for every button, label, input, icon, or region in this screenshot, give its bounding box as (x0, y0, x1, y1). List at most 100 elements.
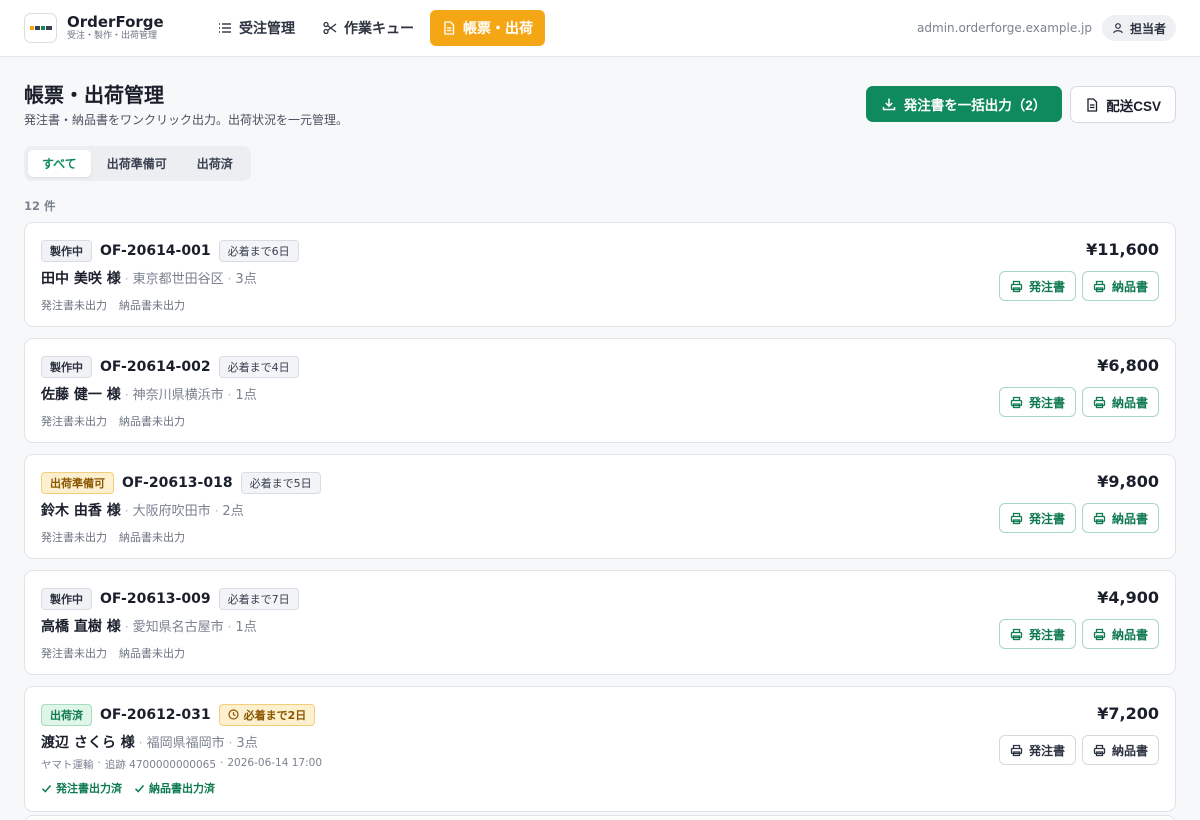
separator-dot: · (220, 757, 224, 769)
po-status: 発注書未出力 (41, 647, 107, 660)
order-card[interactable]: 製作中 OF-20614-001 必着まで6日 田中 美咲 様 · 東京都世田谷… (24, 222, 1176, 327)
order-card-partial[interactable] (24, 815, 1176, 820)
page-subtitle: 発注書・納品書をワンクリック出力。出荷状況を一元管理。 (24, 113, 349, 127)
shipping-csv-label: 配送CSV (1106, 98, 1161, 114)
customer-name: 鈴木 由香 様 (41, 503, 121, 519)
due-label: 必着まで2日 (243, 708, 307, 722)
bulk-export-button[interactable]: 発注書を一括出力（2） (865, 86, 1063, 122)
order-id: OF-20612-031 (100, 706, 211, 723)
order-id: OF-20614-001 (100, 242, 211, 259)
due-badge: 必着まで5日 (240, 471, 321, 494)
dn-status: 納品書未出力 (119, 647, 185, 660)
print-po-button[interactable]: 発注書 (998, 387, 1076, 417)
status-badge: 製作中 (41, 587, 92, 610)
dn-status: 納品書未出力 (119, 415, 185, 428)
due-badge: 必着まで4日 (218, 355, 299, 378)
print-dn-label: 納品書 (1111, 511, 1148, 526)
printer-icon (1093, 628, 1106, 640)
print-po-label: 発注書 (1028, 279, 1065, 294)
order-id: OF-20613-009 (100, 590, 211, 607)
separator-dot: · (138, 736, 143, 750)
item-quantity: 3点 (235, 272, 257, 287)
order-id: OF-20614-002 (100, 358, 211, 375)
order-amount: ¥7,200 (1097, 704, 1159, 723)
status-badge: 製作中 (41, 239, 92, 262)
bulk-export-label: 発注書を一括出力（2） (903, 98, 1047, 113)
host-label: admin.orderforge.example.jp (917, 21, 1092, 35)
customer-name: 佐藤 健一 様 (41, 387, 121, 403)
customer-area: 愛知県名古屋市 (132, 620, 224, 635)
list-icon (219, 23, 231, 33)
po-status: 発注書未出力 (41, 531, 107, 544)
nav-item-orders[interactable]: 受注管理 (206, 10, 307, 46)
brand[interactable]: OrderForge 受注・製作・出荷管理 (24, 13, 194, 43)
print-po-label: 発注書 (1028, 627, 1065, 642)
print-po-button[interactable]: 発注書 (998, 619, 1076, 649)
nav-item-label: 帳票・出荷 (463, 21, 533, 37)
order-card[interactable]: 出荷準備可 OF-20613-018 必着まで5日 鈴木 由香 様 · 大阪府吹… (24, 454, 1176, 559)
nav-item-work-queue[interactable]: 作業キュー (311, 10, 426, 46)
item-quantity: 3点 (236, 736, 258, 751)
order-amount: ¥6,800 (1097, 356, 1159, 375)
print-po-button[interactable]: 発注書 (998, 271, 1076, 301)
printer-icon (1093, 280, 1106, 292)
print-dn-button[interactable]: 納品書 (1081, 619, 1159, 649)
customer-area: 神奈川県横浜市 (132, 388, 224, 403)
brand-logo (24, 13, 57, 43)
check-icon (134, 784, 145, 793)
customer-area: 東京都世田谷区 (132, 272, 224, 287)
brand-name: OrderForge (67, 13, 164, 31)
due-badge: 必着まで2日 (218, 703, 316, 726)
order-card[interactable]: 出荷済 OF-20612-031 必着まで2日 渡辺 さくら 様 · 福岡県福岡… (24, 686, 1176, 812)
print-po-button[interactable]: 発注書 (998, 503, 1076, 533)
due-badge: 必着まで6日 (218, 239, 299, 262)
separator-dot: · (228, 736, 233, 750)
tab-shipped[interactable]: 出荷済 (183, 150, 247, 177)
separator-dot: · (227, 388, 232, 402)
print-dn-label: 納品書 (1111, 279, 1148, 294)
printer-icon (1093, 744, 1106, 756)
shipping-csv-button[interactable]: 配送CSV (1070, 86, 1176, 123)
order-amount: ¥11,600 (1086, 240, 1159, 259)
print-dn-button[interactable]: 納品書 (1081, 271, 1159, 301)
customer-area: 大阪府吹田市 (132, 504, 211, 519)
document-icon (444, 21, 455, 35)
tab-all[interactable]: すべて (28, 150, 91, 177)
print-dn-label: 納品書 (1111, 395, 1148, 410)
download-icon (882, 98, 895, 111)
printer-icon (1093, 396, 1106, 408)
nav-item-documents-shipping[interactable]: 帳票・出荷 (430, 10, 545, 46)
order-card[interactable]: 製作中 OF-20614-002 必着まで4日 佐藤 健一 様 · 神奈川県横浜… (24, 338, 1176, 443)
nav-item-label: 受注管理 (239, 21, 295, 37)
result-count: 12 件 (24, 199, 56, 213)
printer-icon (1010, 744, 1023, 756)
order-amount: ¥9,800 (1097, 472, 1159, 491)
order-id: OF-20613-018 (122, 474, 233, 491)
printer-icon (1010, 280, 1023, 292)
logo-mark-icon (29, 26, 52, 30)
filter-tabs: すべて 出荷準備可 出荷済 (24, 146, 251, 181)
separator-dot: · (124, 272, 129, 286)
po-status: 発注書未出力 (41, 415, 107, 428)
separator-dot: · (227, 620, 232, 634)
print-dn-button[interactable]: 納品書 (1081, 735, 1159, 765)
tab-ready-to-ship[interactable]: 出荷準備可 (93, 150, 181, 177)
brand-subtitle: 受注・製作・出荷管理 (67, 31, 158, 41)
po-status: 発注書出力済 (41, 780, 122, 796)
tracking-number[interactable]: 追跡 4700000000065 (105, 757, 216, 772)
separator-dot: · (214, 504, 219, 518)
print-dn-button[interactable]: 納品書 (1081, 503, 1159, 533)
separator-dot: · (124, 504, 129, 518)
customer-name: 渡辺 さくら 様 (41, 735, 135, 751)
print-dn-button[interactable]: 納品書 (1081, 387, 1159, 417)
order-amount: ¥4,900 (1097, 588, 1159, 607)
printer-icon (1010, 512, 1023, 524)
printer-icon (1010, 628, 1023, 640)
check-icon (41, 784, 52, 793)
dn-status: 納品書未出力 (119, 531, 185, 544)
item-quantity: 1点 (235, 388, 257, 403)
print-po-button[interactable]: 発注書 (998, 735, 1076, 765)
order-card[interactable]: 製作中 OF-20613-009 必着まで7日 高橋 直樹 様 · 愛知県名古屋… (24, 570, 1176, 675)
user-menu[interactable]: 担当者 (1101, 15, 1176, 41)
printer-icon (1093, 512, 1106, 524)
